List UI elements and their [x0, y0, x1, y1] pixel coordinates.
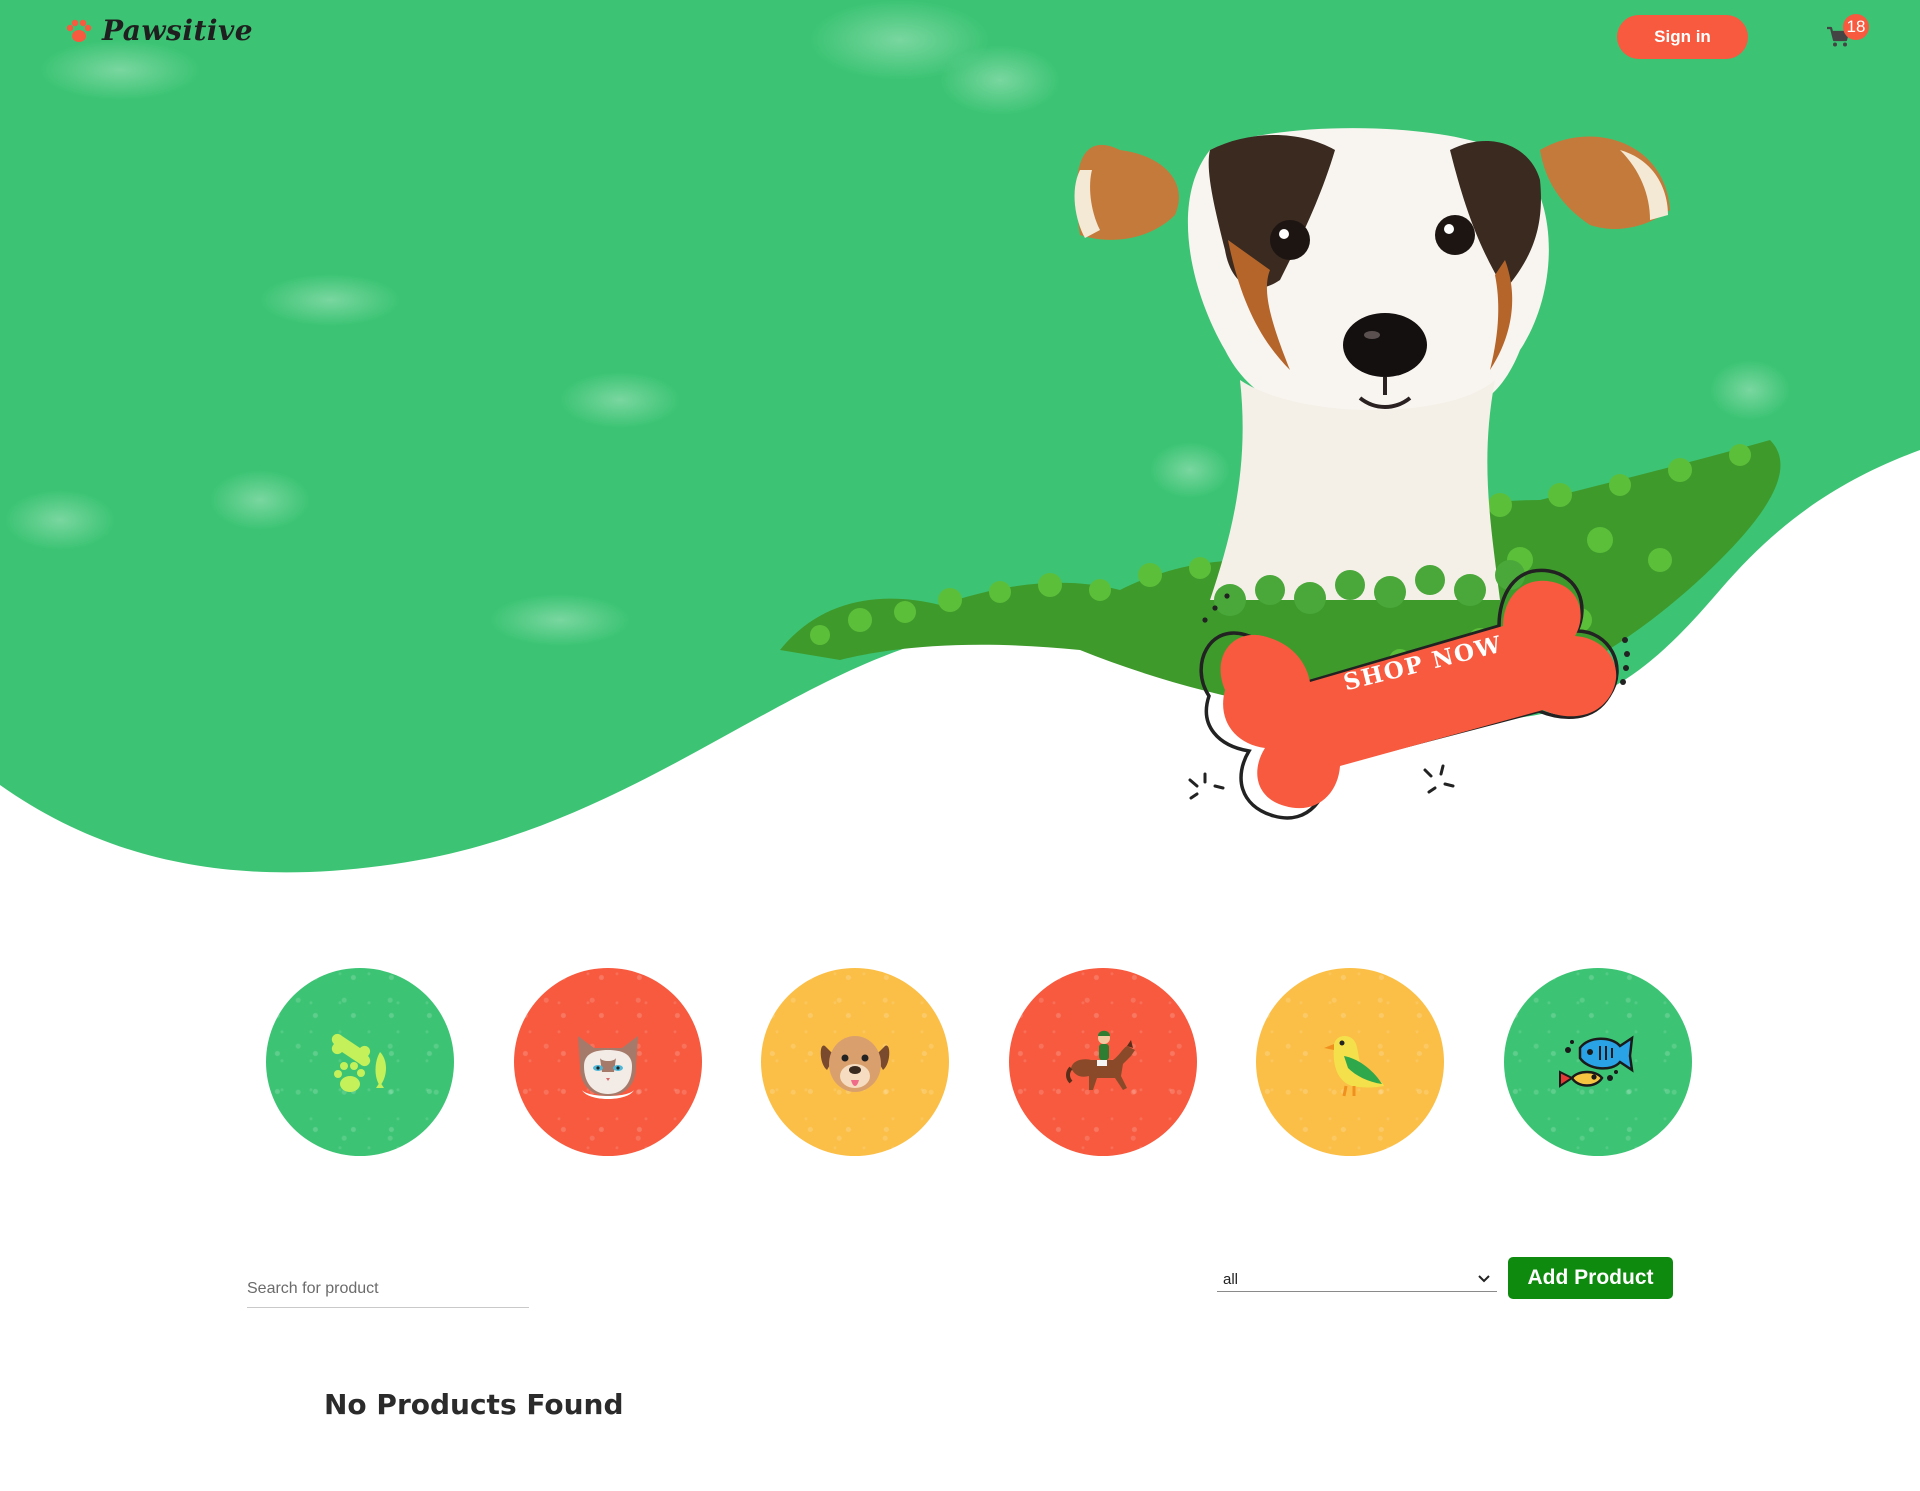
hero-banner: Pawsitive Sign in 18 SHOP NOW: [0, 0, 1920, 880]
chevron-down-icon: [1478, 1275, 1490, 1283]
search-input[interactable]: [247, 1262, 529, 1308]
dog-icon: [820, 1036, 890, 1092]
cart-button[interactable]: 18: [1826, 14, 1870, 52]
bird-icon: [1324, 1035, 1384, 1097]
category-cats[interactable]: [514, 968, 702, 1156]
cart-count-badge: 18: [1843, 14, 1869, 40]
sign-in-button[interactable]: Sign in: [1617, 15, 1748, 59]
shop-now-button[interactable]: SHOP NOW: [1185, 530, 1645, 830]
fish-icon: [1559, 1035, 1634, 1088]
category-filter-select[interactable]: all: [1217, 1262, 1497, 1292]
category-birds[interactable]: [1256, 968, 1444, 1156]
paw-icon: [66, 19, 92, 42]
horse-rider-icon: [1066, 1030, 1135, 1090]
category-dogs[interactable]: [761, 968, 949, 1156]
brand-logo[interactable]: Pawsitive: [62, 14, 253, 47]
category-accessories[interactable]: [266, 968, 454, 1156]
empty-results-message: No Products Found: [324, 1388, 624, 1421]
filter-selected-value: all: [1223, 1271, 1239, 1288]
cat-icon: [578, 1036, 638, 1099]
category-horses[interactable]: [1009, 968, 1197, 1156]
category-list: [0, 968, 1920, 1158]
brand-name: Pawsitive: [102, 14, 254, 47]
page: Pawsitive Sign in 18 SHOP NOW Search for…: [0, 0, 1920, 1491]
bone-paw-fish-icon: [331, 1033, 386, 1092]
add-product-button[interactable]: Add Product: [1508, 1257, 1673, 1299]
bone-shape-icon: [1188, 568, 1630, 820]
category-fish[interactable]: [1504, 968, 1692, 1156]
